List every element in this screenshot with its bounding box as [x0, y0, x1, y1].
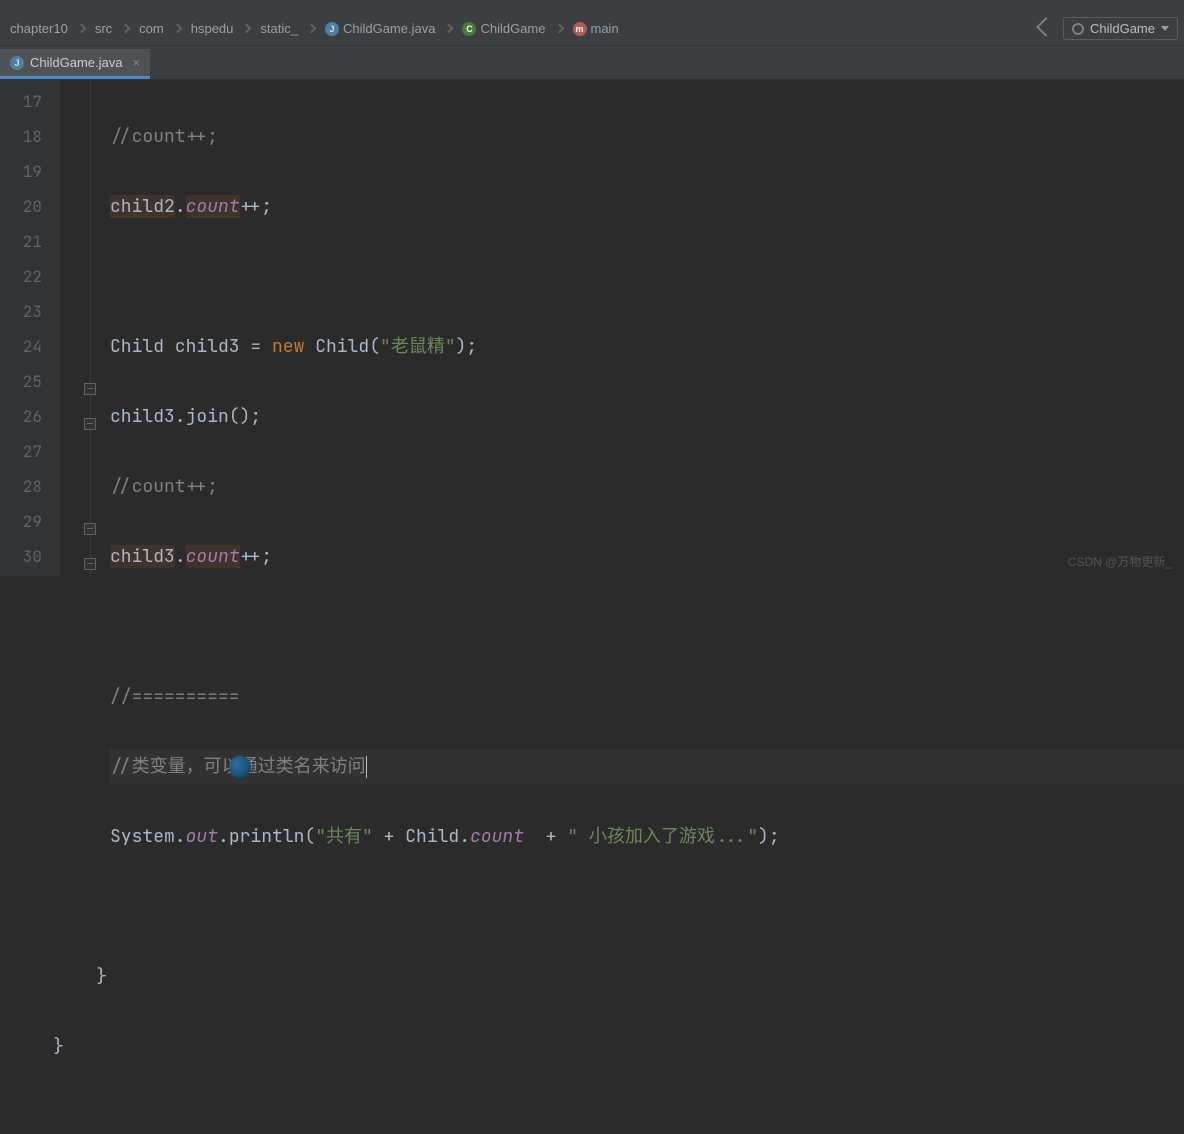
breadcrumbs: chapter10 src com hspedu static_ JChildG…: [6, 19, 1039, 38]
presence-indicator-icon: [229, 756, 251, 778]
tab-bar: J ChildGame.java ×: [0, 46, 1184, 80]
run-config-selector[interactable]: ChildGame: [1063, 17, 1178, 40]
crumb-hspedu[interactable]: hspedu: [187, 19, 238, 38]
java-file-icon: J: [325, 22, 339, 36]
crumb-file[interactable]: JChildGame.java: [321, 19, 440, 38]
line-number: 19: [0, 154, 42, 189]
code-area[interactable]: //count++; child2.count++; Child child3 …: [60, 80, 1184, 576]
line-number: 22: [0, 259, 42, 294]
chevron-right-icon: [121, 24, 131, 34]
line-number: 27: [0, 434, 42, 469]
chevron-right-icon: [554, 24, 564, 34]
crumb-class[interactable]: CChildGame: [458, 19, 549, 38]
line-number: 25: [0, 364, 42, 399]
line-number: 24: [0, 329, 42, 364]
tab-childgame[interactable]: J ChildGame.java ×: [0, 49, 150, 79]
editor: 1718192021222324252627282930 //count++; …: [0, 80, 1184, 576]
chevron-right-icon: [76, 24, 86, 34]
gutter: 1718192021222324252627282930: [0, 80, 60, 576]
settings-icon: [1072, 23, 1084, 35]
run-config-label: ChildGame: [1090, 21, 1155, 36]
tab-label: ChildGame.java: [30, 55, 123, 70]
nav-bar: chapter10 src com hspedu static_ JChildG…: [0, 12, 1184, 46]
watermark: CSDN @万物更新_: [1068, 553, 1172, 570]
line-number: 21: [0, 224, 42, 259]
chevron-right-icon: [172, 24, 182, 34]
line-number: 20: [0, 189, 42, 224]
line-number: 26: [0, 399, 42, 434]
class-icon: C: [462, 22, 476, 36]
close-icon[interactable]: ×: [133, 55, 141, 70]
line-number: 23: [0, 294, 42, 329]
line-number: 30: [0, 539, 42, 574]
crumb-static[interactable]: static_: [256, 19, 302, 38]
crumb-method[interactable]: mmain: [569, 19, 623, 38]
method-icon: m: [573, 22, 587, 36]
chevron-down-icon: [1161, 26, 1169, 31]
current-line: //类变量，可以通过类名来访问: [110, 749, 1184, 784]
chevron-right-icon: [444, 24, 454, 34]
crumb-src[interactable]: src: [91, 19, 116, 38]
chevron-right-icon: [307, 24, 317, 34]
nav-right: ChildGame: [1039, 17, 1178, 40]
chevron-right-icon: [242, 24, 252, 34]
java-file-icon: J: [10, 56, 24, 70]
line-number: 18: [0, 119, 42, 154]
crumb-chapter10[interactable]: chapter10: [6, 19, 72, 38]
line-number: 29: [0, 504, 42, 539]
menu-bar[interactable]: [0, 0, 1184, 12]
line-number: 28: [0, 469, 42, 504]
back-icon[interactable]: [1036, 17, 1056, 37]
text-caret: [366, 756, 367, 778]
line-number: 17: [0, 84, 42, 119]
crumb-com[interactable]: com: [135, 19, 168, 38]
